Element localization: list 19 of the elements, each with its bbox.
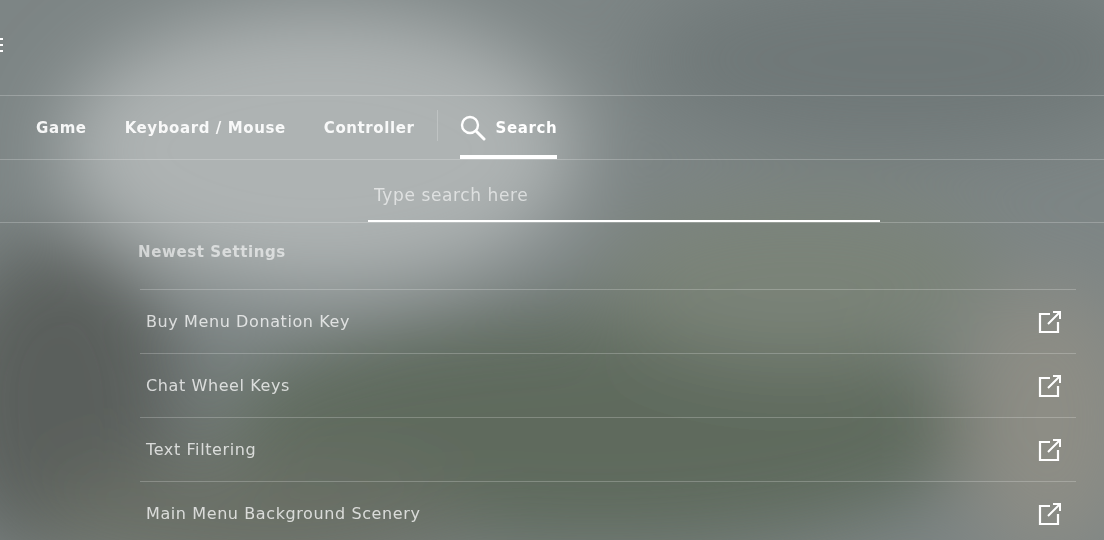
setting-label: Buy Menu Donation Key: [146, 312, 351, 331]
section-title: Newest Settings: [138, 243, 287, 263]
external-link-icon[interactable]: [1038, 437, 1062, 462]
tab[interactable]: Search: [459, 96, 558, 159]
tab[interactable]: Controller: [323, 96, 415, 159]
setting-label: Text Filtering: [146, 440, 257, 459]
external-link-icon[interactable]: [1038, 309, 1062, 334]
setting-row[interactable]: Buy Menu Donation Key: [140, 289, 1076, 353]
setting-row[interactable]: Chat Wheel Keys: [140, 353, 1076, 417]
external-link-icon[interactable]: [1038, 373, 1062, 398]
setting-label: Chat Wheel Keys: [146, 376, 290, 395]
tab[interactable]: Keyboard / Mouse: [124, 96, 286, 159]
setting-row[interactable]: Main Menu Background Scenery: [140, 481, 1076, 540]
tab[interactable]: Game: [36, 96, 87, 159]
menu-icon[interactable]: [0, 37, 4, 52]
search-icon: [459, 114, 486, 141]
external-link-icon[interactable]: [1038, 501, 1062, 526]
setting-row[interactable]: Text Filtering: [140, 417, 1076, 481]
setting-label: Main Menu Background Scenery: [146, 504, 421, 523]
